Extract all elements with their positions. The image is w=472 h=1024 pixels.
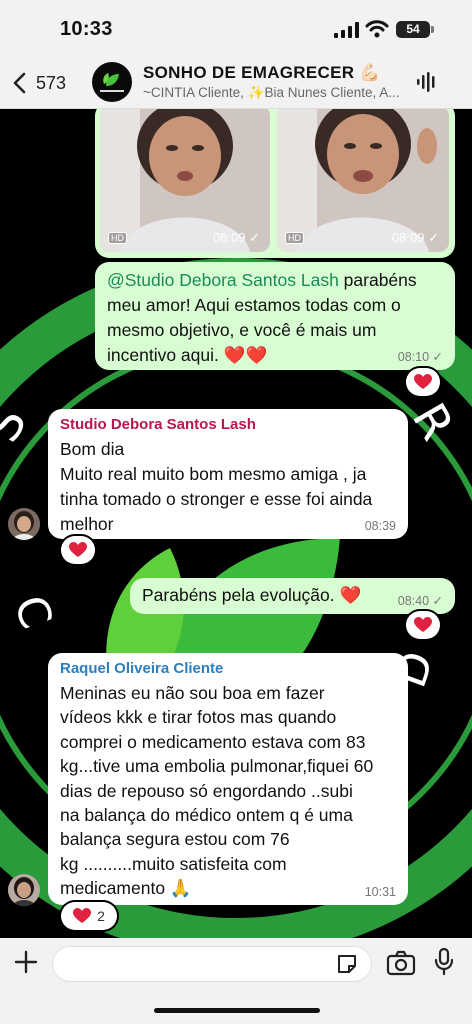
reaction-badge[interactable]: 2 [61, 902, 117, 930]
photo-time: 08:09 ✓ [391, 230, 439, 245]
plus-icon[interactable] [14, 950, 38, 974]
message-text: Parabéns pela evolução. ❤️ [142, 585, 362, 605]
svg-text:C: C [3, 589, 61, 635]
message-text: Bom dia [60, 439, 125, 459]
message-time: 08:40 ✓ [397, 594, 443, 608]
hd-badge: HD [108, 232, 127, 244]
hd-badge: HD [285, 232, 304, 244]
user-avatar-image [8, 508, 40, 540]
message-text: Muito real muito bom mesmo amiga , ja [60, 464, 367, 484]
message-time: 08:10 ✓ [397, 350, 443, 364]
group-members[interactable]: ~CINTIA Cliente, ✨Bia Nunes Cliente, A..… [143, 85, 405, 101]
chevron-left-icon [13, 72, 26, 94]
heart-icon [414, 374, 432, 389]
outgoing-message[interactable]: Parabéns pela evolução. ❤️ 08:40 ✓ [130, 578, 455, 614]
reaction-badge[interactable] [61, 536, 95, 564]
photo-time: 08:09 ✓ [212, 230, 260, 245]
incoming-message[interactable]: Studio Debora Santos Lash Bom dia Muito … [48, 409, 408, 539]
user-avatar-image [8, 874, 40, 906]
heart-icon [414, 617, 432, 632]
sticker-icon[interactable] [336, 953, 358, 975]
sender-name[interactable]: Raquel Oliveira Cliente [60, 659, 223, 679]
wifi-icon [365, 20, 389, 38]
message-text: medicamento 🙏 [60, 878, 192, 899]
heart-icon [69, 542, 87, 557]
group-title[interactable]: SONHO DE EMAGRECER 💪🏻 [143, 63, 381, 83]
message-text: Meninas eu não sou boa em fazer [60, 683, 325, 703]
message-composer [0, 938, 472, 1024]
leaf-logo-icon [100, 73, 124, 92]
voice-chat-icon[interactable] [416, 71, 438, 93]
message-text: balança segura estou com 76 [60, 829, 290, 850]
reaction-count: 2 [97, 908, 105, 924]
message-text: vídeos kkk e tirar fotos mas quando [60, 707, 337, 728]
cellular-signal-icon [334, 22, 359, 38]
message-text: kg...tive uma embolia pulmonar,fiquei 60 [60, 756, 374, 777]
status-time: 10:33 [60, 18, 113, 40]
message-text: incentivo aqui. ❤️❤️ [107, 345, 268, 365]
message-text: tinha tomado o stronger e esse foi ainda [60, 489, 373, 509]
group-avatar[interactable] [92, 62, 132, 102]
svg-text:R: R [402, 394, 465, 449]
message-text: parabéns [338, 270, 417, 290]
photo-thumbnail[interactable]: HD 08:09 ✓ [277, 106, 449, 252]
battery-indicator: 54 [396, 21, 434, 38]
message-text: dias de repouso só engordando ..subi [60, 780, 353, 801]
sender-name[interactable]: Studio Debora Santos Lash [60, 415, 256, 435]
photo-thumbnail[interactable]: HD 08:09 ✓ [100, 106, 270, 252]
message-input[interactable] [52, 946, 372, 982]
message-time: 08:39 [364, 519, 396, 533]
message-time: 10:31 [364, 885, 396, 899]
mention[interactable]: @Studio Debora Santos Lash [107, 270, 339, 290]
status-bar: 10:33 54 [0, 0, 472, 58]
reaction-badge[interactable] [406, 611, 440, 639]
message-text: na balança do médico ontem q é uma [60, 805, 353, 826]
microphone-icon[interactable] [434, 948, 454, 976]
chat-header: 573 SONHO DE EMAGRECER 💪🏻 ~CINTIA Client… [0, 58, 472, 109]
message-text: meu amor! Aqui estamos todas com o [107, 295, 401, 315]
reaction-badge[interactable] [406, 368, 440, 396]
message-text: melhor [60, 514, 114, 534]
home-indicator [154, 1008, 320, 1013]
camera-icon[interactable] [386, 950, 416, 976]
message-text: mesmo objetivo, e você é mais um [107, 320, 377, 340]
photo-message[interactable]: HD 08:09 ✓ HD 08:09 ✓ [95, 102, 455, 258]
avatar[interactable] [8, 874, 40, 906]
avatar[interactable] [8, 508, 40, 540]
message-text: kg ..........muito satisfeita com [60, 853, 287, 874]
unread-count: 573 [36, 72, 67, 93]
back-button[interactable]: 573 [12, 68, 66, 98]
outgoing-message[interactable]: @Studio Debora Santos Lash parabéns meu … [95, 262, 455, 370]
heart-icon [73, 908, 92, 923]
incoming-message[interactable]: Raquel Oliveira Cliente Meninas eu não s… [48, 653, 408, 905]
message-text: comprei o medicamento estava com 83 [60, 731, 366, 752]
